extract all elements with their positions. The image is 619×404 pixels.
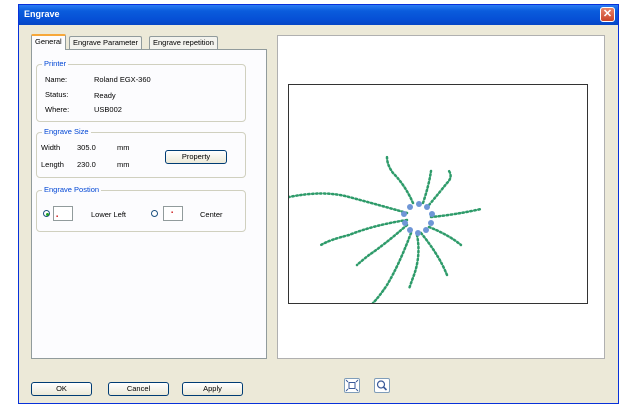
zoom-button[interactable]: [374, 378, 390, 393]
length-label: Length: [41, 160, 64, 169]
tendril: [427, 225, 463, 247]
apply-button[interactable]: Apply: [182, 382, 243, 396]
engrave-position-group-title: Engrave Postion: [42, 185, 102, 194]
tendril: [371, 231, 413, 305]
printer-status-label: Status:: [45, 90, 69, 99]
tab-engrave-repetition[interactable]: Engrave repetition: [149, 36, 218, 49]
printer-name-value: Roland EGX-360: [94, 75, 151, 84]
center-label: Center: [200, 210, 223, 219]
engrave-position-group: Engrave Postion ▪ Lower Left ▪ Center: [36, 185, 246, 232]
tab-engrave-parameter[interactable]: Engrave Parameter: [69, 36, 143, 49]
center-radio[interactable]: [151, 210, 158, 217]
engrave-canvas: [287, 84, 588, 305]
printer-where-value: USB002: [94, 105, 122, 114]
engrave-size-group-title: Engrave Size: [42, 127, 91, 136]
lower-left-radio[interactable]: [43, 210, 50, 217]
length-value[interactable]: 230.0: [77, 160, 96, 169]
printer-group-title: Printer: [42, 59, 69, 68]
tendril: [385, 155, 415, 205]
length-unit: mm: [117, 160, 130, 169]
fit-to-view-button[interactable]: [344, 378, 360, 393]
title-bar: Engrave ✕: [19, 5, 618, 25]
tendril: [407, 233, 420, 291]
property-button[interactable]: Property: [165, 150, 227, 164]
engrave-preview-drawing: [287, 155, 483, 305]
width-value[interactable]: 305.0: [77, 143, 96, 152]
width-unit: mm: [117, 143, 130, 152]
tendril: [419, 231, 449, 277]
center-position-icon: ▪: [163, 206, 183, 221]
fit-to-view-icon: [345, 379, 359, 392]
printer-group: Printer Name: Roland EGX-360 Status: Rea…: [36, 59, 246, 122]
tendril: [319, 218, 409, 247]
lower-left-position-icon: ▪: [53, 206, 73, 221]
center-ring: [401, 201, 435, 236]
printer-name-label: Name:: [45, 75, 68, 84]
close-button[interactable]: ✕: [600, 7, 615, 22]
general-tab-panel: Printer Name: Roland EGX-360 Status: Rea…: [31, 49, 267, 359]
printer-where-label: Where:: [45, 105, 70, 114]
printer-status-value: Ready: [94, 91, 116, 100]
lower-left-label: Lower Left: [91, 210, 127, 219]
cancel-button[interactable]: Cancel: [108, 382, 169, 396]
engrave-dialog: Engrave ✕ General Engrave Parameter Engr…: [18, 4, 619, 404]
tendril: [421, 169, 433, 205]
tendril: [287, 192, 409, 215]
tendril: [427, 169, 452, 207]
preview-pane: [277, 35, 605, 359]
tab-general[interactable]: General: [31, 34, 66, 50]
window-title: Engrave: [24, 9, 60, 19]
engrave-size-group: Engrave Size Width 305.0 mm Length 230.0…: [36, 127, 246, 178]
ok-button[interactable]: OK: [31, 382, 92, 396]
zoom-icon: [376, 380, 388, 391]
width-label: Width: [41, 143, 61, 152]
tendril: [429, 207, 483, 219]
